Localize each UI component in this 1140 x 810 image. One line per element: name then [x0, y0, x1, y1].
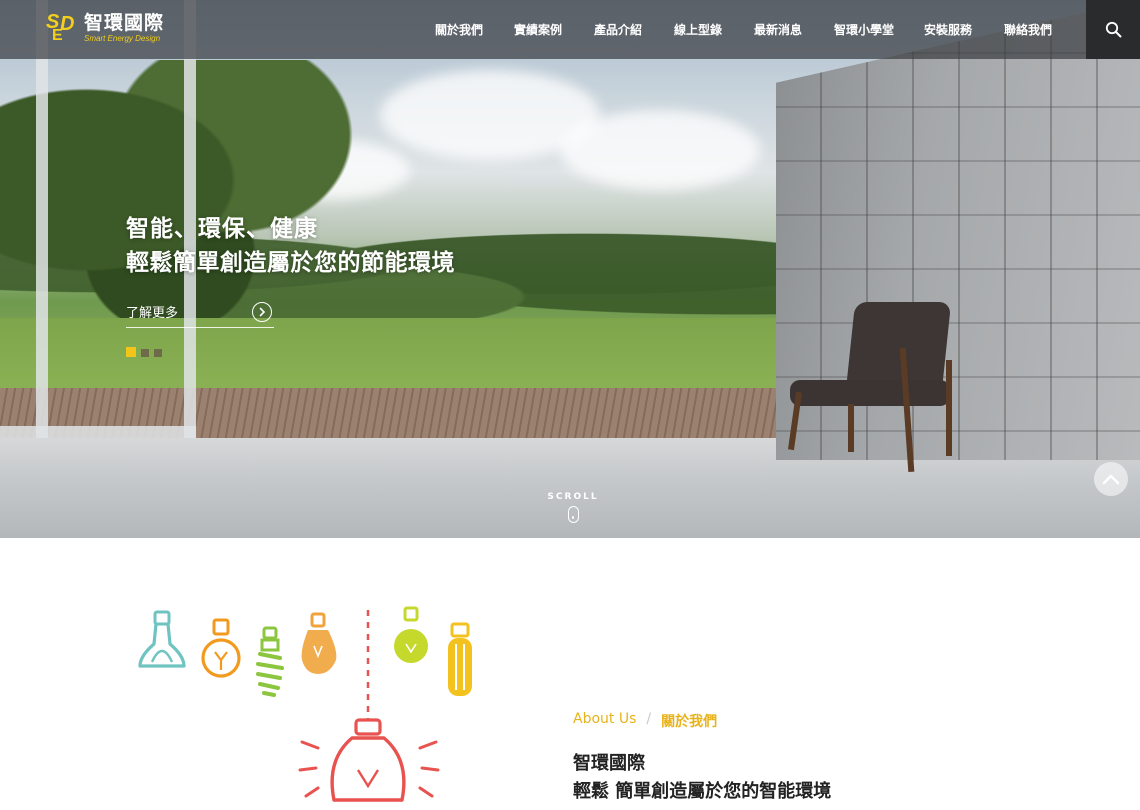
top-nav: SDE 智環國際 Smart Energy Design 關於我們 實績案例 產…: [0, 0, 1140, 59]
learn-more-label: 了解更多: [126, 306, 179, 321]
learn-more-button[interactable]: 了解更多: [126, 296, 274, 328]
hero-heading-line1: 智能、環保、健康: [126, 216, 318, 242]
bulb-lime-icon: [394, 606, 428, 663]
bulb-green-icon: [256, 626, 284, 697]
slider-pagination: [126, 347, 162, 357]
window-rail: [0, 426, 196, 438]
logo-mark-icon: SDE: [46, 11, 75, 44]
nav-item-about[interactable]: 關於我們: [420, 0, 498, 59]
bulb-orange-icon: [201, 618, 241, 678]
hero-banner: 智能、環保、健康 輕鬆簡單創造屬於您的節能環境 了解更多 SCROLL: [0, 0, 1140, 538]
nav-item-news[interactable]: 最新消息: [738, 0, 818, 59]
nav-item-cases[interactable]: 實績案例: [498, 0, 578, 59]
breadcrumb-en: About Us: [573, 711, 637, 727]
about-title-line1: 智環國際: [573, 753, 645, 774]
arrow-right-circle-icon: [252, 301, 272, 322]
breadcrumb: About Us / 關於我們: [573, 711, 717, 731]
chair-leg: [848, 404, 854, 452]
hero-cloud: [560, 110, 760, 190]
hero-heading: 智能、環保、健康 輕鬆簡單創造屬於您的節能環境: [126, 212, 455, 280]
bulb-yellow-icon: [448, 622, 472, 696]
chair-leg: [946, 360, 952, 456]
hero-lawn: [0, 318, 790, 390]
logo-tagline: Smart Energy Design: [84, 33, 161, 43]
nav-item-installation[interactable]: 安裝服務: [910, 0, 986, 59]
mouse-icon: [567, 506, 579, 523]
search-icon: [1105, 21, 1121, 38]
breadcrumb-zh: 關於我們: [661, 714, 718, 730]
scroll-label: SCROLL: [547, 492, 599, 502]
main-menu: 關於我們 實績案例 產品介紹 線上型錄 最新消息 智環小學堂 安裝服務 聯絡我們: [420, 0, 1070, 59]
nav-item-products[interactable]: 產品介紹: [578, 0, 658, 59]
hero-heading-line2: 輕鬆簡單創造屬於您的節能環境: [126, 250, 455, 276]
back-to-top-button[interactable]: [1094, 462, 1128, 496]
window-frame: [36, 0, 48, 438]
nav-item-contact[interactable]: 聯絡我們: [986, 0, 1070, 59]
about-title: 智環國際 輕鬆 簡單創造屬於您的智能環境: [573, 750, 831, 806]
breadcrumb-separator: /: [646, 711, 652, 727]
bulb-teal-icon: [138, 610, 186, 668]
chevron-up-icon: [1102, 474, 1120, 485]
chair-seat: [790, 380, 950, 406]
nav-item-catalog[interactable]: 線上型錄: [658, 0, 738, 59]
bulb-amber-icon: [301, 612, 337, 674]
bulb-red-icon: [298, 718, 440, 802]
slider-dot-2[interactable]: [141, 349, 149, 357]
slider-dot-1[interactable]: [126, 347, 136, 357]
scroll-indicator[interactable]: SCROLL: [547, 492, 599, 523]
logo-name: 智環國際: [84, 11, 165, 34]
search-button[interactable]: [1086, 0, 1140, 59]
slider-dot-3[interactable]: [154, 349, 162, 357]
about-title-line2: 輕鬆 簡單創造屬於您的智能環境: [573, 781, 832, 802]
nav-item-academy[interactable]: 智環小學堂: [818, 0, 910, 59]
light-bulbs-illustration: [138, 606, 472, 802]
site-logo[interactable]: SDE 智環國際 Smart Energy Design: [46, 11, 164, 45]
